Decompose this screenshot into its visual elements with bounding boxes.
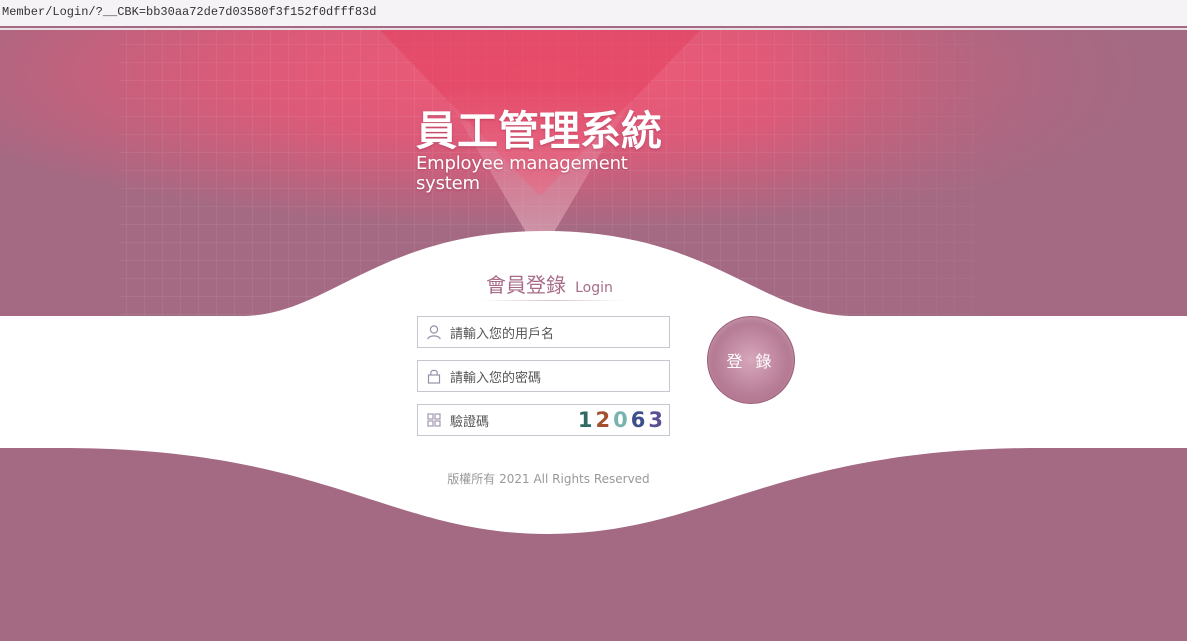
username-field[interactable]: 請輸入您的用戶名 (417, 316, 670, 348)
captcha-placeholder: 驗證碼 (450, 414, 490, 430)
captcha-digit: 2 (595, 408, 611, 432)
captcha-image[interactable]: 12063 (578, 407, 663, 433)
login-heading: 會員登錄 Login (486, 269, 613, 298)
grid-icon (418, 413, 450, 427)
password-placeholder: 請輸入您的密碼 (450, 370, 542, 386)
login-button-label: 登 錄 (726, 352, 776, 371)
captcha-digit: 1 (577, 408, 593, 432)
username-placeholder: 請輸入您的用戶名 (450, 326, 555, 342)
captcha-digit: 0 (613, 408, 628, 432)
url-text: Member/Login/?__CBK=bb30aa72de7d03580f3f… (2, 5, 377, 19)
captcha-digit: 3 (648, 408, 663, 432)
captcha-digit: 6 (630, 408, 646, 432)
lock-icon (418, 368, 450, 384)
address-bar[interactable]: Member/Login/?__CBK=bb30aa72de7d03580f3f… (0, 0, 1187, 26)
login-heading-english: Login (575, 280, 613, 296)
password-field[interactable]: 請輸入您的密碼 (417, 360, 670, 392)
login-heading-chinese: 會員登錄 (486, 273, 566, 297)
login-button[interactable]: 登 錄 (707, 316, 795, 404)
captcha-field[interactable]: 驗證碼 12063 (417, 404, 670, 436)
user-icon (418, 324, 450, 340)
heading-divider (480, 300, 626, 301)
copyright-text: 版權所有 2021 All Rights Reserved (447, 472, 650, 486)
app-title: 員工管理系統 Employee management system (416, 106, 676, 194)
app-title-english: Employee management system (416, 153, 628, 194)
app-title-chinese: 員工管理系統 (416, 107, 662, 155)
login-page: 員工管理系統 Employee management system 會員登錄 L… (0, 26, 1187, 641)
